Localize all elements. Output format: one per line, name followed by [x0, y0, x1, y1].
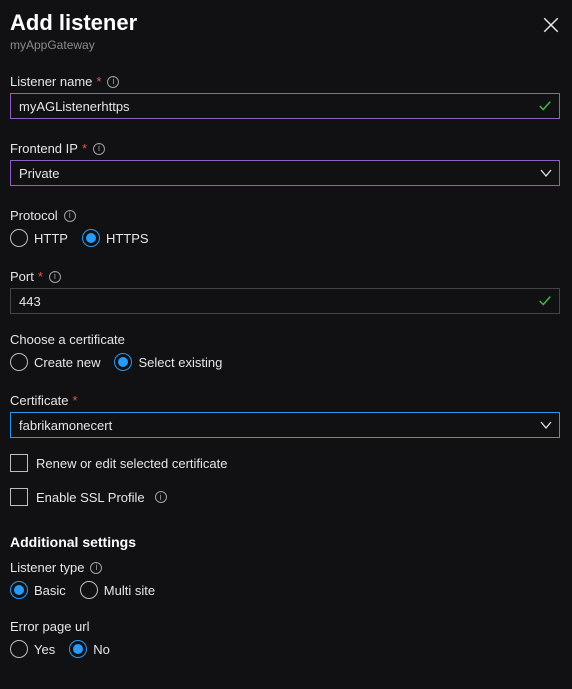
choose-cert-label: Choose a certificate — [10, 332, 125, 347]
check-icon — [538, 294, 552, 308]
info-icon[interactable]: i — [49, 271, 61, 283]
protocol-http-label: HTTP — [34, 231, 68, 246]
certificate-label: Certificate — [10, 393, 69, 408]
additional-settings-heading: Additional settings — [10, 534, 560, 550]
breadcrumb: myAppGateway — [10, 38, 137, 52]
info-icon[interactable]: i — [93, 143, 105, 155]
certificate-select[interactable]: fabrikamonecert — [10, 412, 560, 438]
required-marker: * — [82, 141, 87, 156]
error-page-yes-label: Yes — [34, 642, 55, 657]
listener-type-label: Listener type — [10, 560, 84, 575]
renew-cert-label: Renew or edit selected certificate — [36, 456, 227, 471]
renew-cert-checkbox[interactable]: Renew or edit selected certificate — [10, 454, 560, 472]
info-icon[interactable]: i — [107, 76, 119, 88]
error-page-no-label: No — [93, 642, 110, 657]
protocol-https-label: HTTPS — [106, 231, 149, 246]
error-page-label: Error page url — [10, 619, 89, 634]
check-icon — [538, 99, 552, 113]
protocol-http-radio[interactable]: HTTP — [10, 229, 68, 247]
listener-type-multi-label: Multi site — [104, 583, 155, 598]
enable-ssl-checkbox[interactable]: Enable SSL Profile i — [10, 488, 560, 506]
port-input[interactable] — [10, 288, 560, 314]
port-label: Port — [10, 269, 34, 284]
close-icon[interactable] — [542, 16, 560, 34]
error-page-yes-radio[interactable]: Yes — [10, 640, 55, 658]
cert-select-radio[interactable]: Select existing — [114, 353, 222, 371]
listener-type-multi-radio[interactable]: Multi site — [80, 581, 155, 599]
listener-name-label: Listener name — [10, 74, 92, 89]
protocol-label: Protocol — [10, 208, 58, 223]
listener-type-basic-label: Basic — [34, 583, 66, 598]
enable-ssl-label: Enable SSL Profile — [36, 490, 145, 505]
cert-select-label: Select existing — [138, 355, 222, 370]
info-icon[interactable]: i — [90, 562, 102, 574]
cert-create-label: Create new — [34, 355, 100, 370]
listener-name-input[interactable] — [10, 93, 560, 119]
page-title: Add listener — [10, 10, 137, 36]
listener-type-basic-radio[interactable]: Basic — [10, 581, 66, 599]
protocol-https-radio[interactable]: HTTPS — [82, 229, 149, 247]
required-marker: * — [96, 74, 101, 89]
info-icon[interactable]: i — [155, 491, 167, 503]
frontend-ip-label: Frontend IP — [10, 141, 78, 156]
info-icon[interactable]: i — [64, 210, 76, 222]
required-marker: * — [38, 269, 43, 284]
cert-create-radio[interactable]: Create new — [10, 353, 100, 371]
required-marker: * — [73, 393, 78, 408]
frontend-ip-select[interactable]: Private — [10, 160, 560, 186]
error-page-no-radio[interactable]: No — [69, 640, 110, 658]
